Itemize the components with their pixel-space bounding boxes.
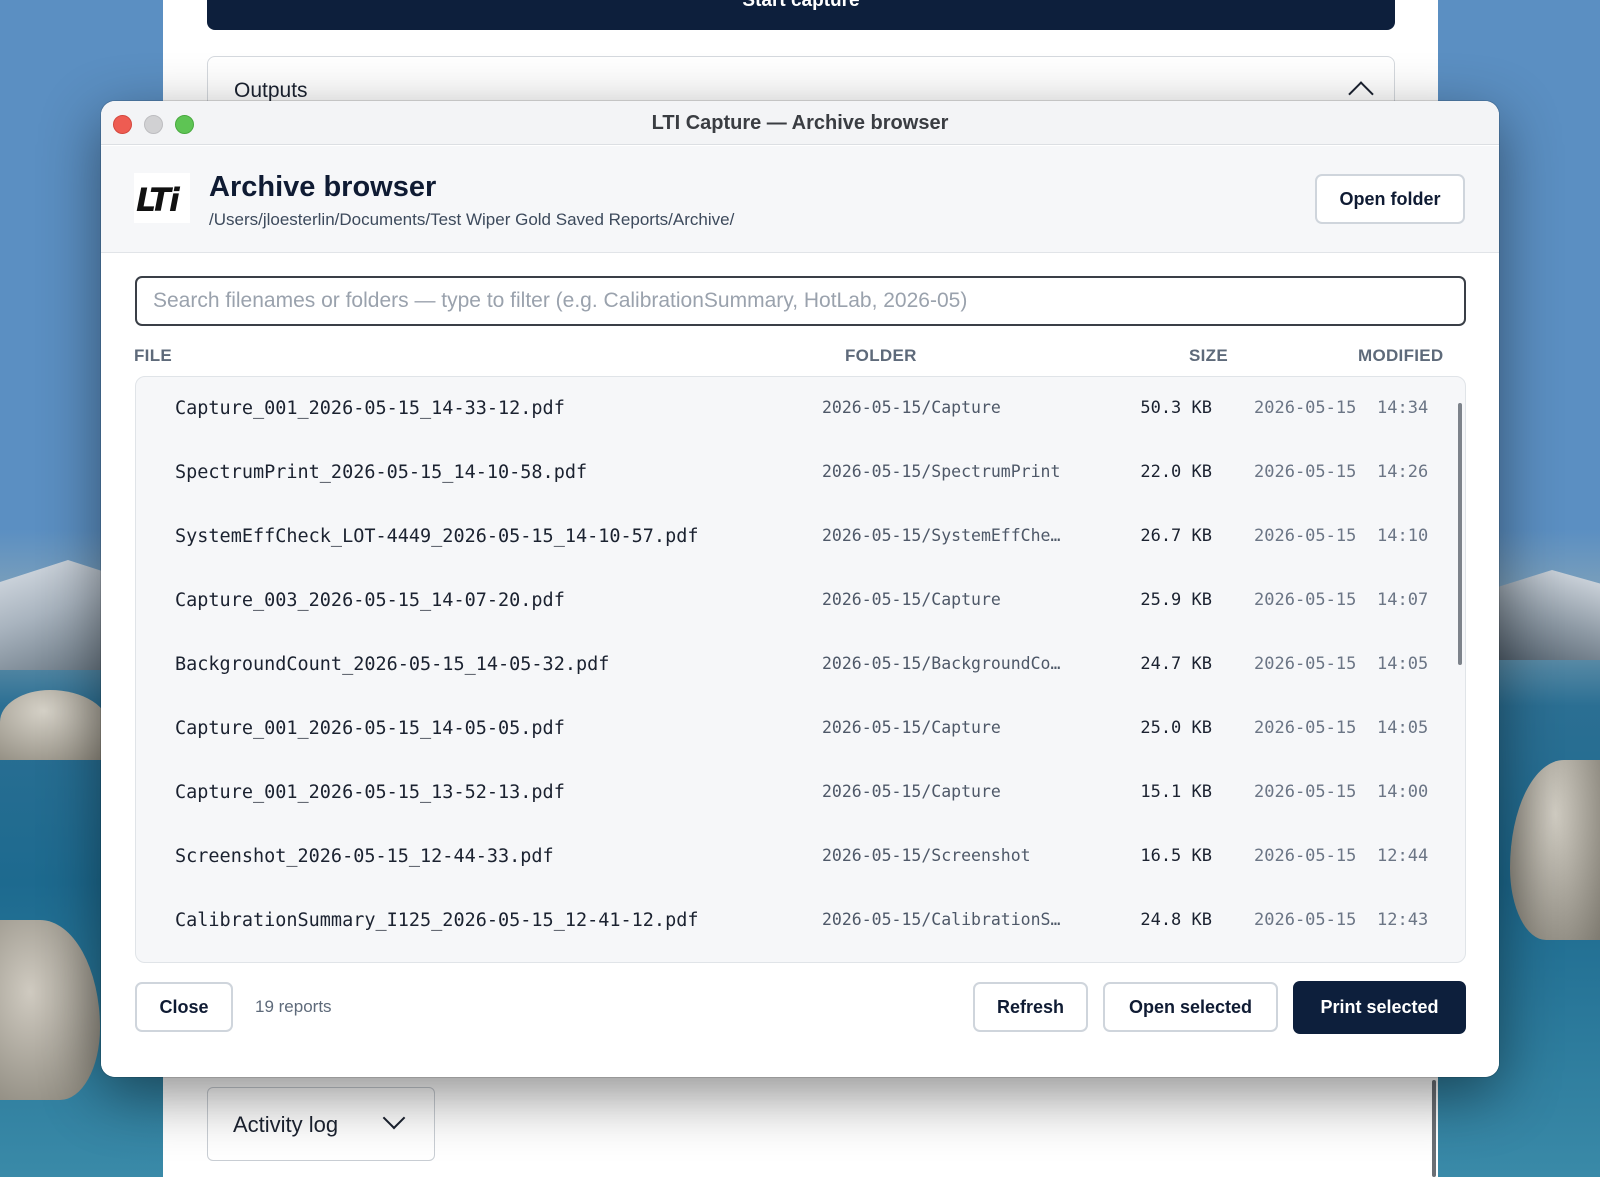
open-folder-button[interactable]: Open folder xyxy=(1315,174,1465,224)
archive-browser-dialog: LTI Capture — Archive browser LTi Archiv… xyxy=(101,101,1499,1077)
file-modified-time: 14:26 xyxy=(1377,462,1429,482)
table-row[interactable]: Capture_001_2026-05-15_14-05-05.pdf 2026… xyxy=(136,697,1436,761)
file-name: Capture_003_2026-05-15_14-07-20.pdf xyxy=(175,590,565,611)
dialog-footer: Close 19 reports Refresh Open selected P… xyxy=(101,963,1499,1077)
window-title: LTI Capture — Archive browser xyxy=(651,112,949,134)
file-size: 50.3 KB xyxy=(1140,398,1212,418)
file-folder: 2026-05-15/SystemEffChe… xyxy=(822,526,1061,545)
start-capture-button[interactable]: Start capture xyxy=(207,0,1395,30)
lti-logo-icon: LTi xyxy=(136,181,180,219)
table-row[interactable]: Capture_001_2026-05-15_13-52-13.pdf 2026… xyxy=(136,761,1436,825)
desktop-rock xyxy=(0,690,110,760)
file-modified-date: 2026-05-15 xyxy=(1254,718,1357,738)
chevron-down-icon xyxy=(382,1106,406,1130)
file-modified-time: 14:07 xyxy=(1377,590,1429,610)
file-name: Screenshot_2026-05-15_12-44-33.pdf xyxy=(175,846,554,867)
file-name: Capture_001_2026-05-15_13-52-13.pdf xyxy=(175,782,565,803)
search-input[interactable] xyxy=(135,276,1466,326)
file-name: SpectrumPrint_2026-05-15_14-10-58.pdf xyxy=(175,462,588,483)
file-modified-date: 2026-05-15 xyxy=(1254,398,1357,418)
lti-logo: LTi xyxy=(134,173,190,223)
column-header-folder[interactable]: FOLDER xyxy=(845,346,917,366)
file-name: Capture_001_2026-05-15_14-05-05.pdf xyxy=(175,718,565,739)
refresh-button[interactable]: Refresh xyxy=(973,982,1088,1032)
file-folder: 2026-05-15/Capture xyxy=(822,782,1001,801)
table-row[interactable]: BackgroundCount_2026-05-15_14-05-32.pdf … xyxy=(136,633,1436,697)
file-size: 24.7 KB xyxy=(1140,654,1212,674)
table-row[interactable]: Capture_003_2026-05-15_14-07-20.pdf 2026… xyxy=(136,569,1436,633)
desktop-rock xyxy=(1510,760,1600,940)
file-modified-time: 12:43 xyxy=(1377,910,1429,930)
column-header-file[interactable]: FILE xyxy=(134,346,172,366)
file-name: CalibrationSummary_I125_2026-05-15_12-41… xyxy=(175,910,699,931)
file-modified-time: 14:34 xyxy=(1377,398,1429,418)
file-folder: 2026-05-15/BackgroundCo… xyxy=(822,654,1061,673)
dialog-header: LTi Archive browser /Users/jloesterlin/D… xyxy=(101,146,1499,253)
file-size: 15.1 KB xyxy=(1140,782,1212,802)
file-modified-date: 2026-05-15 xyxy=(1254,654,1357,674)
file-modified-date: 2026-05-15 xyxy=(1254,910,1357,930)
file-folder: 2026-05-15/SpectrumPrint xyxy=(822,462,1061,481)
table-row[interactable]: CalibrationSummary_I125_2026-05-15_12-41… xyxy=(136,889,1436,953)
file-modified-date: 2026-05-15 xyxy=(1254,590,1357,610)
file-size: 24.8 KB xyxy=(1140,910,1212,930)
close-button[interactable]: Close xyxy=(135,982,233,1032)
file-folder: 2026-05-15/Capture xyxy=(822,398,1001,417)
file-name: Capture_001_2026-05-15_14-33-12.pdf xyxy=(175,398,565,419)
file-name: SystemEffCheck_LOT-4449_2026-05-15_14-10… xyxy=(175,526,699,547)
file-size: 16.5 KB xyxy=(1140,846,1212,866)
table-row[interactable]: Screenshot_2026-05-15_12-44-33.pdf 2026-… xyxy=(136,825,1436,889)
file-modified-time: 14:05 xyxy=(1377,718,1429,738)
file-modified-date: 2026-05-15 xyxy=(1254,846,1357,866)
window-titlebar[interactable]: LTI Capture — Archive browser xyxy=(101,101,1499,145)
archive-path: /Users/jloesterlin/Documents/Test Wiper … xyxy=(209,210,735,229)
file-folder: 2026-05-15/Capture xyxy=(822,590,1001,609)
file-modified-time: 14:10 xyxy=(1377,526,1429,546)
table-row[interactable]: Capture_001_2026-05-15_14-33-12.pdf 2026… xyxy=(136,377,1436,441)
file-size: 25.0 KB xyxy=(1140,718,1212,738)
file-folder: 2026-05-15/CalibrationS… xyxy=(822,910,1061,929)
page-title: Archive browser xyxy=(209,171,437,203)
file-modified-date: 2026-05-15 xyxy=(1254,526,1357,546)
activity-log-label: Activity log xyxy=(233,1112,339,1137)
file-size: 26.7 KB xyxy=(1140,526,1212,546)
file-name: BackgroundCount_2026-05-15_14-05-32.pdf xyxy=(175,654,610,675)
table-row[interactable]: SystemEffCheck_LOT-4449_2026-05-15_14-10… xyxy=(136,505,1436,569)
table-row[interactable]: SpectrumPrint_2026-05-15_14-10-58.pdf 20… xyxy=(136,441,1436,505)
file-modified-time: 14:00 xyxy=(1377,782,1429,802)
file-modified-time: 12:44 xyxy=(1377,846,1429,866)
file-size: 25.9 KB xyxy=(1140,590,1212,610)
file-folder: 2026-05-15/Capture xyxy=(822,718,1001,737)
print-selected-button[interactable]: Print selected xyxy=(1293,981,1466,1034)
file-list: Capture_001_2026-05-15_14-33-12.pdf 2026… xyxy=(135,376,1466,963)
background-scrollbar[interactable] xyxy=(1432,1080,1436,1177)
start-capture-label: Start capture xyxy=(742,0,860,11)
column-header-size[interactable]: SIZE xyxy=(1189,346,1228,366)
file-modified-date: 2026-05-15 xyxy=(1254,782,1357,802)
open-selected-button[interactable]: Open selected xyxy=(1103,982,1278,1032)
outputs-label: Outputs xyxy=(234,79,308,102)
file-folder: 2026-05-15/Screenshot xyxy=(822,846,1031,865)
column-header-modified[interactable]: MODIFIED xyxy=(1358,346,1444,366)
file-size: 22.0 KB xyxy=(1140,462,1212,482)
activity-log-dropdown[interactable]: Activity log xyxy=(207,1087,435,1161)
file-modified-time: 14:05 xyxy=(1377,654,1429,674)
list-scrollbar[interactable] xyxy=(1458,403,1462,665)
desktop-rock xyxy=(0,920,100,1100)
report-count: 19 reports xyxy=(255,997,332,1016)
file-modified-date: 2026-05-15 xyxy=(1254,462,1357,482)
